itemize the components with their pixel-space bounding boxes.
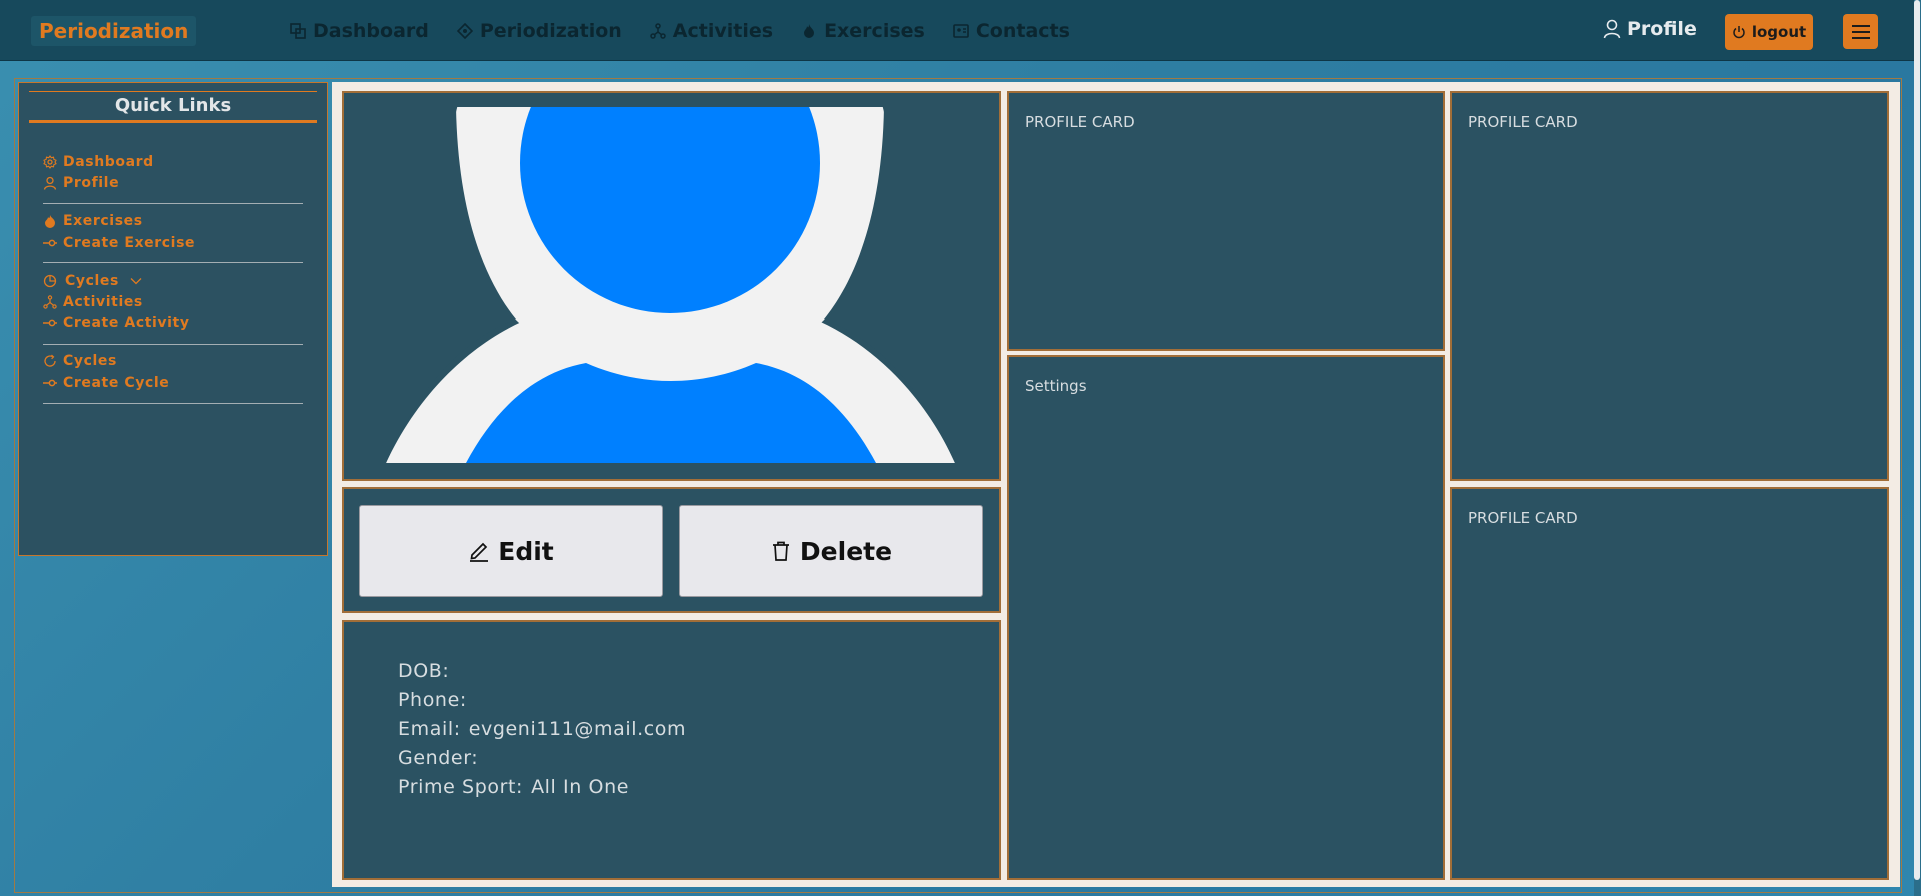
logout-button[interactable]: logout: [1725, 14, 1813, 50]
gender-label: Gender:: [398, 747, 479, 769]
email-label: Email:: [398, 718, 461, 740]
scrollbar-thumb[interactable]: [1914, 0, 1920, 880]
nav-contacts-label: Contacts: [975, 19, 1070, 42]
cycle-icon: [44, 354, 56, 367]
nav-contacts[interactable]: Contacts: [953, 20, 1070, 42]
pie-chart-icon: [43, 274, 57, 288]
sidebar-item-create-cycle[interactable]: Create Cycle: [43, 375, 169, 391]
trash-icon: [772, 541, 789, 561]
email-row: Email: evgeni111@mail.com: [398, 715, 686, 744]
nav-dashboard[interactable]: Dashboard: [290, 20, 429, 42]
commit-icon: [43, 379, 57, 387]
sidebar-item-create-exercise[interactable]: Create Exercise: [43, 235, 195, 251]
profile-card-title: PROFILE CARD: [1025, 113, 1135, 131]
nav-dashboard-label: Dashboard: [313, 19, 429, 42]
sidebar-divider: [43, 403, 303, 404]
email-value: evgeni111@mail.com: [468, 718, 687, 740]
profile-card-title: PROFILE CARD: [1468, 509, 1578, 527]
profile-info-panel: DOB: Phone: Email: evgeni111@mail.com Gen…: [342, 620, 1001, 880]
sidebar-item-dashboard[interactable]: Dashboard: [43, 154, 154, 170]
quick-links-sidebar: Quick Links Dashboard Profile Exercises …: [18, 82, 328, 556]
commit-icon: [43, 319, 57, 327]
contacts-icon: [953, 23, 969, 38]
sidebar-item-create-activity[interactable]: Create Activity: [43, 315, 190, 331]
main-nav: Dashboard Periodization Activities Exerc…: [290, 0, 1070, 61]
gear-icon: [43, 155, 57, 169]
edit-button-label: Edit: [498, 536, 554, 566]
quick-links-title: Quick Links: [29, 91, 317, 123]
nav-profile[interactable]: Profile: [1603, 18, 1697, 40]
nav-periodization-label: Periodization: [479, 19, 622, 42]
profile-card-2: PROFILE CARD: [1450, 91, 1889, 481]
chevron-down-icon: [130, 278, 142, 285]
person-icon: [43, 176, 57, 190]
avatar-panel: [342, 91, 1001, 481]
fire-icon: [45, 215, 55, 228]
avatar-image[interactable]: [386, 107, 955, 463]
dob-label: DOB:: [398, 660, 450, 682]
sidebar-item-label: Create Activity: [63, 315, 190, 331]
nav-activities-label: Activities: [672, 19, 774, 42]
actions-panel: Edit Delete: [342, 487, 1001, 613]
sidebar-item-label: Create Exercise: [63, 235, 196, 251]
hamburger-icon: [1851, 24, 1870, 39]
edit-button[interactable]: Edit: [359, 505, 663, 597]
nav-profile-label: Profile: [1627, 18, 1697, 40]
brand-logo[interactable]: Periodization: [31, 16, 197, 46]
gender-row: Gender:: [398, 744, 686, 773]
sidebar-item-label: Create Cycle: [63, 375, 170, 391]
dob-row: DOB:: [398, 657, 686, 686]
profile-main: Edit Delete DOB: Phone: Email: evgeni111@…: [332, 82, 1900, 887]
top-navbar: Periodization Dashboard Periodization Ac…: [0, 0, 1921, 61]
prime-sport-label: Prime Sport:: [398, 776, 524, 798]
logout-label: logout: [1751, 23, 1807, 41]
prime-sport-value: All In One: [531, 776, 630, 798]
periodization-icon: [456, 22, 473, 39]
profile-details: DOB: Phone: Email: evgeni111@mail.com Gen…: [398, 657, 686, 802]
sidebar-item-label: Dashboard: [63, 154, 154, 170]
sidebar-divider: [43, 262, 303, 263]
phone-row: Phone:: [398, 686, 686, 715]
nav-exercises-label: Exercises: [824, 19, 925, 42]
person-icon: [1603, 19, 1621, 39]
nav-activities[interactable]: Activities: [650, 20, 773, 42]
hamburger-menu-button[interactable]: [1843, 14, 1878, 49]
commit-icon: [43, 239, 57, 247]
power-icon: [1733, 26, 1745, 39]
activities-icon: [650, 22, 666, 39]
sidebar-item-label: Profile: [63, 175, 120, 191]
delete-button-label: Delete: [799, 536, 893, 566]
sidebar-item-label: Cycles: [65, 273, 119, 289]
sidebar-item-cycles-dropdown[interactable]: Cycles: [43, 273, 143, 289]
sidebar-item-label: Cycles: [63, 353, 117, 369]
dashboard-icon: [290, 22, 306, 39]
profile-card-1: PROFILE CARD: [1007, 91, 1445, 351]
settings-title: Settings: [1025, 377, 1087, 395]
sidebar-item-cycles[interactable]: Cycles: [43, 353, 117, 369]
sidebar-item-profile[interactable]: Profile: [43, 175, 119, 191]
fire-icon: [804, 23, 815, 38]
sidebar-item-exercises[interactable]: Exercises: [43, 213, 143, 229]
nav-periodization[interactable]: Periodization: [456, 19, 622, 42]
profile-card-3: PROFILE CARD: [1450, 487, 1889, 880]
activities-icon: [43, 295, 57, 309]
sidebar-item-label: Exercises: [63, 213, 143, 229]
pencil-icon: [470, 542, 489, 562]
sidebar-item-label: Activities: [63, 294, 143, 310]
sidebar-divider: [43, 203, 303, 204]
profile-card-title: PROFILE CARD: [1468, 113, 1578, 131]
prime-sport-row: Prime Sport: All In One: [398, 773, 686, 802]
nav-exercises[interactable]: Exercises: [801, 20, 925, 42]
sidebar-item-activities[interactable]: Activities: [43, 294, 143, 310]
phone-label: Phone:: [398, 689, 467, 711]
delete-button[interactable]: Delete: [679, 505, 983, 597]
sidebar-divider: [43, 344, 303, 345]
settings-card: Settings: [1007, 355, 1445, 880]
